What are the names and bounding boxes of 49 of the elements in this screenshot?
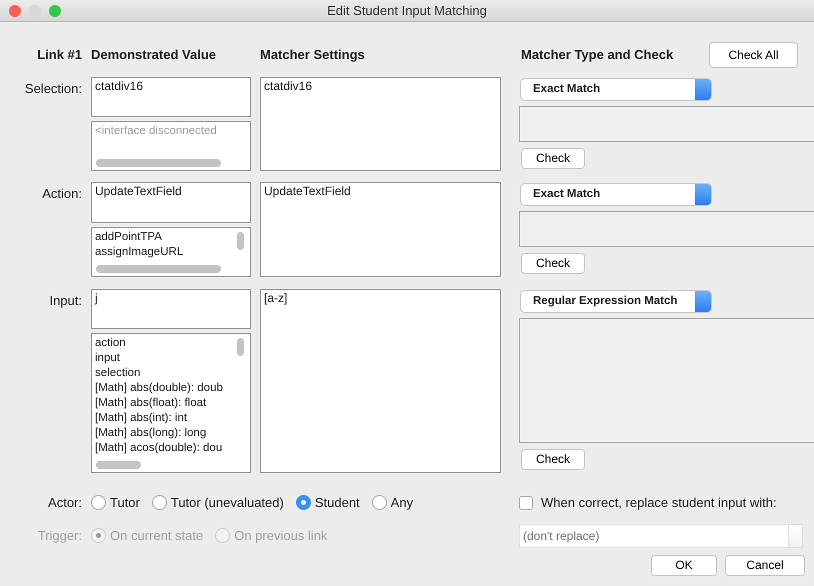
column-heading: Demonstrated Value <box>91 47 216 62</box>
row-label: Actor: <box>48 495 82 510</box>
column-heading: Matcher Type and Check <box>521 46 674 64</box>
window-title: Edit Student Input Matching <box>327 3 487 18</box>
list-item[interactable]: input <box>95 351 120 366</box>
dialog-button[interactable]: OK <box>651 554 717 576</box>
list-item[interactable]: [Math] abs(double): doub <box>95 381 223 396</box>
matcher-type-select[interactable]: Exact Match <box>521 184 711 205</box>
scrollbar-thumb[interactable] <box>237 338 244 356</box>
check-all-button[interactable]: Check All <box>709 42 798 68</box>
scrollbar-thumb[interactable] <box>96 461 141 469</box>
matcher-field[interactable]: UpdateTextField <box>260 182 501 277</box>
row-label: Input: <box>49 293 82 308</box>
matcher-field[interactable]: ctatdiv16 <box>260 77 501 171</box>
column-heading: Matcher Settings <box>260 47 365 62</box>
radio-option[interactable]: Student <box>296 493 360 512</box>
row-label: Action: <box>42 186 82 201</box>
matcher-type-select[interactable]: Regular Expression Match <box>521 291 711 312</box>
scrollbar-thumb[interactable] <box>237 232 244 250</box>
dialog-button[interactable]: Cancel <box>725 554 805 576</box>
zoom-icon[interactable] <box>49 5 61 17</box>
list-item[interactable]: [Math] abs(float): float <box>95 396 206 411</box>
list-item[interactable]: selection <box>95 366 140 381</box>
close-icon[interactable] <box>9 5 21 17</box>
scrollbar-thumb[interactable] <box>96 159 221 167</box>
spinner-icon[interactable] <box>789 524 803 548</box>
row-label: Selection: <box>24 81 82 96</box>
check-button[interactable]: Check <box>521 148 585 169</box>
list-item[interactable]: action <box>95 336 126 351</box>
option-list[interactable]: action input selection [Math] abs(double): doub [Math] abs(float): float [Math] abs(int): int [Math] abs(long): long [Math] acos(double): dou <box>91 333 251 473</box>
scrollbar-thumb[interactable] <box>96 265 221 273</box>
list-item[interactable]: [Math] acos(double): dou <box>95 441 222 456</box>
link-label: Link #1 <box>37 47 82 62</box>
value-field[interactable]: UpdateTextField <box>91 182 251 223</box>
check-button[interactable]: Check <box>521 253 585 274</box>
value-field[interactable]: ctatdiv16 <box>91 77 251 117</box>
matcher-type-select[interactable]: Exact Match <box>521 79 711 100</box>
radio-option[interactable]: Any <box>372 493 414 512</box>
radio-option[interactable]: Tutor (unevaluated) <box>152 493 284 512</box>
row-label: Trigger: <box>38 528 82 543</box>
list-item[interactable]: assignImageURL <box>95 245 184 260</box>
list-item[interactable]: [Math] abs(long): long <box>95 426 206 441</box>
radio-option[interactable]: Tutor <box>91 493 140 512</box>
list-item[interactable]: addPointTPA <box>95 230 162 245</box>
list-item[interactable]: [Math] abs(int): int <box>95 411 188 426</box>
value-field[interactable]: j <box>91 289 251 329</box>
check-button[interactable]: Check <box>521 449 585 470</box>
matcher-field[interactable]: [a-z] <box>260 289 501 473</box>
option-list[interactable]: addPointTPA assignImageURL <box>91 227 251 277</box>
